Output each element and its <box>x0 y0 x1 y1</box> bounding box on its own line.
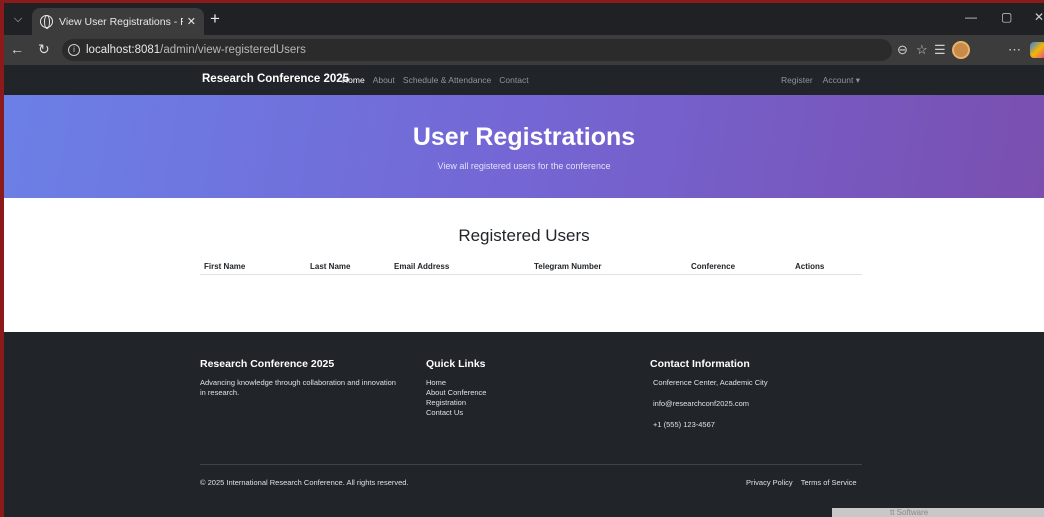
footer-legal-links: Privacy Policy Terms of Service <box>746 478 857 487</box>
footer-about: Research Conference 2025 Advancing knowl… <box>200 358 400 398</box>
url-host: localhost:8081 <box>86 44 161 56</box>
site-footer: Research Conference 2025 Advancing knowl… <box>4 332 1044 517</box>
footer-quick-links: Quick Links Home About Conference Regist… <box>426 358 486 418</box>
navbar-links: Home About Schedule & Attendance Contact <box>342 75 529 85</box>
tab-list-chevron-icon[interactable]: ⌵ <box>10 11 26 27</box>
browser-window: ⌵ View User Registrations - Researc ✕ + … <box>4 3 1044 517</box>
footer-divider <box>200 464 862 465</box>
reload-icon[interactable]: ↻ <box>38 41 50 58</box>
footer-contact: Contact Information Conference Center, A… <box>650 358 768 441</box>
page-subtitle: View all registered users for the confer… <box>437 161 611 171</box>
column-header: Actions <box>795 262 825 271</box>
site-info-icon[interactable]: i <box>68 44 80 56</box>
nav-link-register[interactable]: Register <box>781 75 813 86</box>
footer-quick-title: Quick Links <box>426 358 486 370</box>
column-header: Conference <box>691 262 736 271</box>
profile-avatar[interactable] <box>952 41 970 59</box>
footer-link-about[interactable]: About Conference <box>426 388 486 398</box>
footer-link-home[interactable]: Home <box>426 378 486 388</box>
browser-tab[interactable]: View User Registrations - Researc ✕ <box>32 8 204 35</box>
tab-close-icon[interactable]: ✕ <box>187 15 196 28</box>
address-bar-row: ← ↻ i localhost:8081/admin/view-register… <box>4 35 1044 65</box>
privacy-policy-link[interactable]: Privacy Policy <box>746 478 793 487</box>
url-path: /admin/view-registeredUsers <box>160 44 306 56</box>
footer-contact-title: Contact Information <box>650 358 750 370</box>
zoom-icon[interactable]: ⊖ <box>897 42 908 58</box>
nav-link-about[interactable]: About <box>373 75 395 85</box>
nav-link-home[interactable]: Home <box>342 75 365 85</box>
footer-link-registration[interactable]: Registration <box>426 398 486 408</box>
favorites-list-icon[interactable]: ☰ <box>934 42 946 58</box>
column-header: Telegram Number <box>534 262 602 271</box>
maximize-icon[interactable]: ▢ <box>1001 10 1012 24</box>
footer-link-contact[interactable]: Contact Us <box>426 408 486 418</box>
users-table-header: First Name Last Name Email Address Teleg… <box>200 258 862 275</box>
account-dropdown[interactable]: Account ▾ <box>823 75 860 86</box>
globe-icon <box>40 15 53 29</box>
hero-banner: User Registrations View all registered u… <box>4 95 1044 198</box>
section-heading: Registered Users <box>458 226 590 245</box>
copilot-icon[interactable] <box>1030 42 1044 58</box>
watermark-overlay: tt Software <box>832 508 1044 517</box>
main-content: Registered Users First Name Last Name Em… <box>4 198 1044 332</box>
back-arrow-icon[interactable]: ← <box>10 41 24 57</box>
tab-strip: ⌵ View User Registrations - Researc ✕ + … <box>4 3 1044 35</box>
more-menu-icon[interactable]: ⋯ <box>1008 42 1021 58</box>
footer-about-title: Research Conference 2025 <box>200 358 335 370</box>
nav-link-contact[interactable]: Contact <box>499 75 528 85</box>
column-header: Last Name <box>310 262 351 271</box>
page-title: User Registrations <box>412 123 636 151</box>
contact-address: Conference Center, Academic City <box>653 378 768 387</box>
navbar-brand[interactable]: Research Conference 2025 <box>202 73 349 85</box>
terms-of-service-link[interactable]: Terms of Service <box>801 478 857 487</box>
footer-about-text: Advancing knowledge through collaboratio… <box>200 378 396 397</box>
column-header: First Name <box>204 262 246 271</box>
site-navbar: Research Conference 2025 Home About Sche… <box>4 65 1044 95</box>
url-field[interactable]: i localhost:8081/admin/view-registeredUs… <box>62 39 892 61</box>
favorite-star-icon[interactable]: ☆ <box>916 42 928 58</box>
contact-phone: +1 (555) 123-4567 <box>653 420 715 429</box>
navbar-right: Register Account ▾ <box>781 75 860 86</box>
contact-email: info@researchconf2025.com <box>653 399 749 408</box>
nav-link-schedule[interactable]: Schedule & Attendance <box>403 75 491 85</box>
copyright-text: © 2025 International Research Conference… <box>200 478 409 487</box>
minimize-icon[interactable]: — <box>965 10 977 24</box>
column-header: Email Address <box>394 262 450 271</box>
new-tab-plus-icon[interactable]: + <box>210 9 220 29</box>
close-window-icon[interactable]: ✕ <box>1034 10 1044 24</box>
tab-title: View User Registrations - Researc <box>59 15 183 28</box>
